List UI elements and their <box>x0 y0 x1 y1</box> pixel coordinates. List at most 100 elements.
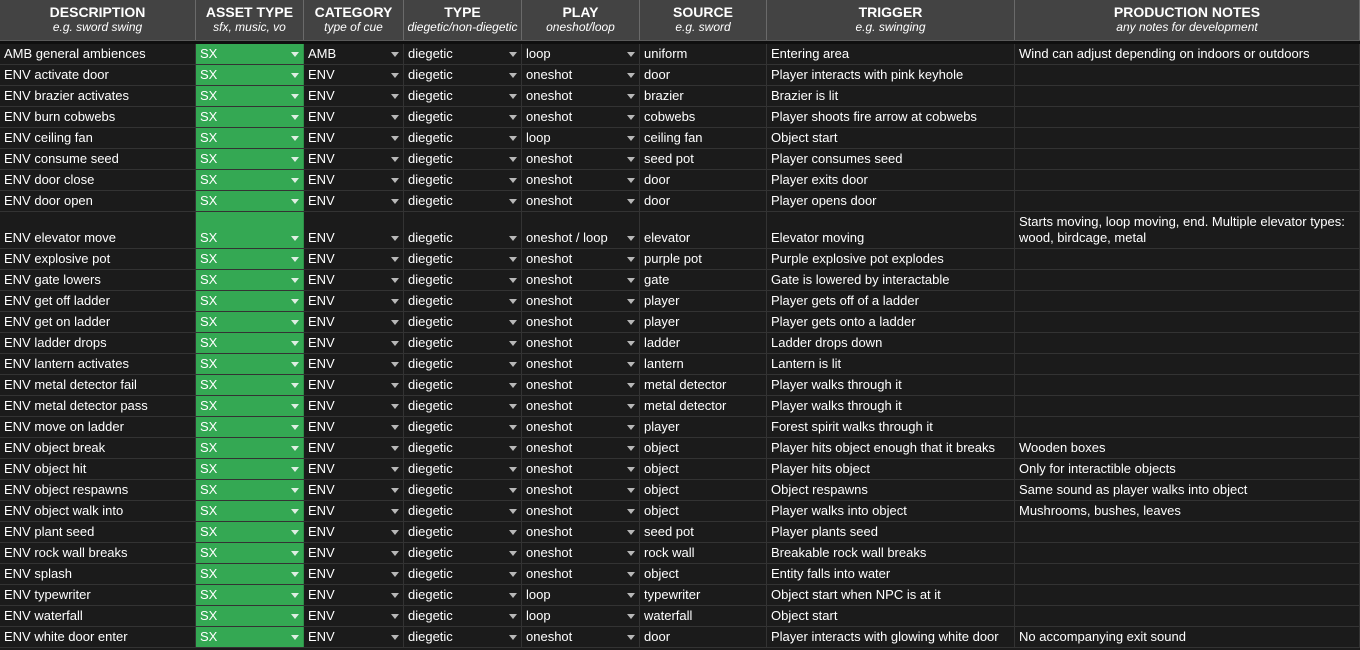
cell-notes[interactable] <box>1015 312 1360 332</box>
cell-notes[interactable] <box>1015 375 1360 395</box>
dropdown-caret-icon[interactable] <box>509 614 517 619</box>
cell-notes[interactable] <box>1015 564 1360 584</box>
cell-asset-type[interactable]: SX <box>196 44 304 64</box>
cell-type[interactable]: diegetic <box>404 438 522 458</box>
cell-source[interactable]: cobwebs <box>640 107 767 127</box>
dropdown-caret-icon[interactable] <box>509 341 517 346</box>
cell-description[interactable]: ENV explosive pot <box>0 249 196 269</box>
cell-type[interactable]: diegetic <box>404 333 522 353</box>
cell-type[interactable]: diegetic <box>404 459 522 479</box>
cell-trigger[interactable]: Player exits door <box>767 170 1015 190</box>
dropdown-caret-icon[interactable] <box>627 299 635 304</box>
cell-notes[interactable] <box>1015 128 1360 148</box>
dropdown-caret-icon[interactable] <box>391 94 399 99</box>
cell-trigger[interactable]: Lantern is lit <box>767 354 1015 374</box>
cell-trigger[interactable]: Player hits object <box>767 459 1015 479</box>
cell-category[interactable]: ENV <box>304 564 404 584</box>
cell-category[interactable]: ENV <box>304 585 404 605</box>
cell-category[interactable]: ENV <box>304 396 404 416</box>
cell-notes[interactable] <box>1015 170 1360 190</box>
cell-asset-type[interactable]: SX <box>196 627 304 647</box>
dropdown-caret-icon[interactable] <box>391 635 399 640</box>
dropdown-caret-icon[interactable] <box>627 425 635 430</box>
cell-trigger[interactable]: Forest spirit walks through it <box>767 417 1015 437</box>
dropdown-caret-icon[interactable] <box>627 257 635 262</box>
cell-asset-type[interactable]: SX <box>196 585 304 605</box>
cell-play[interactable]: oneshot <box>522 107 640 127</box>
cell-source[interactable]: elevator <box>640 212 767 248</box>
cell-play[interactable]: oneshot <box>522 354 640 374</box>
dropdown-caret-icon[interactable] <box>291 467 299 472</box>
dropdown-caret-icon[interactable] <box>291 446 299 451</box>
cell-asset-type[interactable]: SX <box>196 396 304 416</box>
dropdown-caret-icon[interactable] <box>391 278 399 283</box>
cell-description[interactable]: ENV object break <box>0 438 196 458</box>
dropdown-caret-icon[interactable] <box>627 635 635 640</box>
cell-description[interactable]: ENV object respawns <box>0 480 196 500</box>
dropdown-caret-icon[interactable] <box>391 446 399 451</box>
dropdown-caret-icon[interactable] <box>509 488 517 493</box>
cell-asset-type[interactable]: SX <box>196 480 304 500</box>
dropdown-caret-icon[interactable] <box>627 509 635 514</box>
cell-category[interactable]: ENV <box>304 543 404 563</box>
dropdown-caret-icon[interactable] <box>509 236 517 241</box>
cell-trigger[interactable]: Player hits object enough that it breaks <box>767 438 1015 458</box>
dropdown-caret-icon[interactable] <box>509 299 517 304</box>
dropdown-caret-icon[interactable] <box>391 341 399 346</box>
cell-description[interactable]: ENV ladder drops <box>0 333 196 353</box>
dropdown-caret-icon[interactable] <box>291 635 299 640</box>
cell-description[interactable]: ENV splash <box>0 564 196 584</box>
header-play[interactable]: PLAY oneshot/loop <box>522 0 640 40</box>
cell-description[interactable]: ENV burn cobwebs <box>0 107 196 127</box>
cell-description[interactable]: ENV rock wall breaks <box>0 543 196 563</box>
dropdown-caret-icon[interactable] <box>391 257 399 262</box>
cell-trigger[interactable]: Player consumes seed <box>767 149 1015 169</box>
cell-type[interactable]: diegetic <box>404 65 522 85</box>
header-category[interactable]: CATEGORY type of cue <box>304 0 404 40</box>
cell-description[interactable]: ENV get on ladder <box>0 312 196 332</box>
cell-type[interactable]: diegetic <box>404 585 522 605</box>
cell-category[interactable]: ENV <box>304 249 404 269</box>
cell-category[interactable]: ENV <box>304 149 404 169</box>
cell-trigger[interactable]: Elevator moving <box>767 212 1015 248</box>
cell-description[interactable]: ENV lantern activates <box>0 354 196 374</box>
dropdown-caret-icon[interactable] <box>291 178 299 183</box>
cell-asset-type[interactable]: SX <box>196 170 304 190</box>
cell-type[interactable]: diegetic <box>404 417 522 437</box>
dropdown-caret-icon[interactable] <box>391 593 399 598</box>
dropdown-caret-icon[interactable] <box>291 236 299 241</box>
cell-asset-type[interactable]: SX <box>196 501 304 521</box>
cell-play[interactable]: oneshot <box>522 86 640 106</box>
dropdown-caret-icon[interactable] <box>627 383 635 388</box>
cell-play[interactable]: oneshot <box>522 375 640 395</box>
cell-play[interactable]: oneshot <box>522 149 640 169</box>
cell-asset-type[interactable]: SX <box>196 249 304 269</box>
cell-asset-type[interactable]: SX <box>196 270 304 290</box>
cell-notes[interactable] <box>1015 543 1360 563</box>
cell-trigger[interactable]: Entering area <box>767 44 1015 64</box>
dropdown-caret-icon[interactable] <box>627 136 635 141</box>
cell-category[interactable]: ENV <box>304 191 404 211</box>
cell-category[interactable]: ENV <box>304 65 404 85</box>
cell-description[interactable]: ENV consume seed <box>0 149 196 169</box>
cell-source[interactable]: brazier <box>640 86 767 106</box>
dropdown-caret-icon[interactable] <box>627 446 635 451</box>
cell-asset-type[interactable]: SX <box>196 543 304 563</box>
cell-notes[interactable] <box>1015 191 1360 211</box>
dropdown-caret-icon[interactable] <box>627 404 635 409</box>
cell-source[interactable]: door <box>640 191 767 211</box>
cell-trigger[interactable]: Player interacts with pink keyhole <box>767 65 1015 85</box>
dropdown-caret-icon[interactable] <box>509 52 517 57</box>
cell-play[interactable]: loop <box>522 128 640 148</box>
dropdown-caret-icon[interactable] <box>627 115 635 120</box>
dropdown-caret-icon[interactable] <box>391 551 399 556</box>
cell-trigger[interactable]: Player opens door <box>767 191 1015 211</box>
cell-notes[interactable] <box>1015 606 1360 626</box>
cell-source[interactable]: seed pot <box>640 149 767 169</box>
cell-source[interactable]: lantern <box>640 354 767 374</box>
cell-type[interactable]: diegetic <box>404 249 522 269</box>
header-type[interactable]: TYPE diegetic/non-diegetic <box>404 0 522 40</box>
cell-notes[interactable] <box>1015 522 1360 542</box>
cell-notes[interactable] <box>1015 86 1360 106</box>
dropdown-caret-icon[interactable] <box>509 593 517 598</box>
